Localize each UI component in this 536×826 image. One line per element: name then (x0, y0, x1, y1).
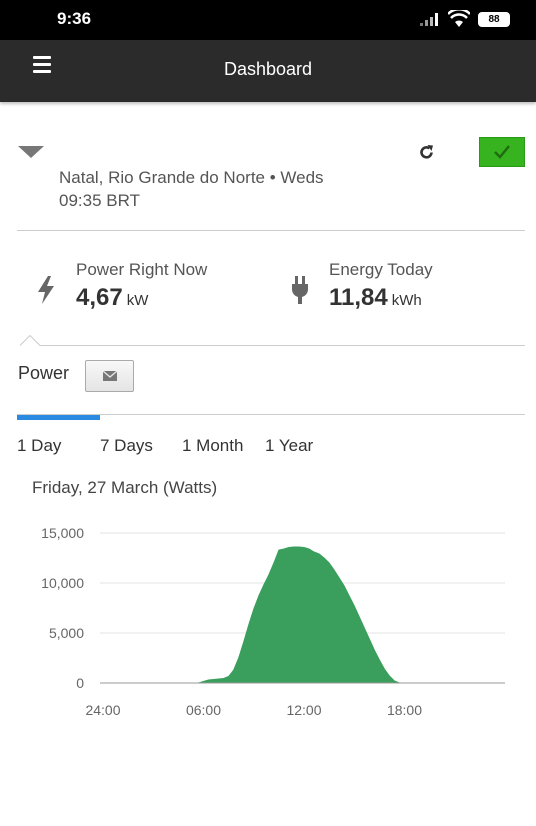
energy-today-label: Energy Today (329, 260, 433, 279)
email-report-button[interactable] (85, 360, 134, 392)
y-tick-label: 15,000 (41, 525, 84, 541)
x-tick-label: 18:00 (387, 702, 422, 718)
power-area-series (103, 546, 505, 684)
x-tick-label: 06:00 (186, 702, 221, 718)
energy-today-number: 11,84 (329, 284, 388, 311)
x-tick-label: 12:00 (286, 702, 321, 718)
wifi-icon (448, 10, 470, 27)
tab-notch (20, 335, 40, 346)
status-ok-button[interactable] (479, 137, 525, 167)
divider (17, 230, 525, 231)
page-title: Dashboard (223, 59, 313, 79)
battery-indicator: 88 (478, 12, 510, 27)
tab-1-year[interactable]: 1 Year (265, 436, 313, 456)
check-icon (494, 145, 510, 159)
app-bar: Dashboard (0, 40, 536, 102)
chart-title: Friday, 27 March (Watts) (32, 478, 218, 497)
tab-1-day[interactable]: 1 Day (17, 436, 61, 456)
y-tick-label: 5,000 (49, 625, 84, 641)
power-now-number: 4,67 (76, 284, 123, 311)
active-tab-indicator (17, 415, 100, 420)
plug-icon (292, 276, 308, 304)
divider (40, 345, 525, 346)
power-now-value: 4,67 kW (76, 284, 148, 312)
signal-icon (420, 13, 438, 26)
energy-today-unit: kWh (391, 292, 422, 309)
tab-7-days[interactable]: 7 Days (100, 436, 153, 456)
refresh-icon[interactable] (418, 144, 435, 161)
power-chart: 0 5,000 10,000 15,000 24:00 06:00 12:00 18:00 (41, 525, 505, 718)
envelope-icon (103, 371, 117, 381)
site-local-time: 09:35 BRT (59, 191, 140, 210)
y-tick-label: 10,000 (41, 575, 84, 591)
energy-today-value: 11,84 kWh (329, 284, 422, 312)
power-now-label: Power Right Now (76, 260, 208, 279)
power-now-unit: kW (126, 292, 149, 309)
status-bar: 9:36 88 (0, 0, 536, 40)
site-location: Natal, Rio Grande do Norte • Weds (59, 168, 324, 187)
power-section-title: Power (18, 363, 70, 383)
lightning-bolt-icon (38, 276, 54, 304)
x-tick-label: 24:00 (85, 702, 120, 718)
expand-caret-icon[interactable] (18, 146, 44, 158)
y-tick-label: 0 (76, 675, 84, 691)
tab-1-month[interactable]: 1 Month (182, 436, 243, 456)
status-time: 9:36 (57, 9, 92, 28)
